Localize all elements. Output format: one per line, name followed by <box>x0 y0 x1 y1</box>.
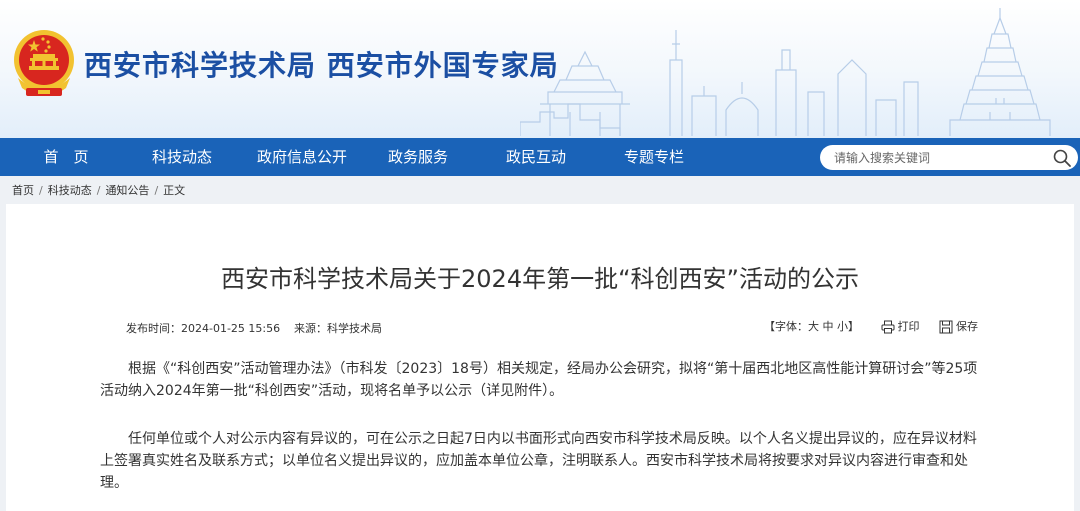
city-skyline-illustration <box>520 8 1051 136</box>
printer-icon <box>881 320 894 334</box>
breadcrumb-separator: / <box>39 184 43 197</box>
article-panel: 西安市科学技术局关于2024年第一批“科创西安”活动的公示 发布时间：2024-… <box>6 204 1074 511</box>
nav-item-tech-news[interactable]: 科技动态 <box>144 138 220 176</box>
nav-item-special-topics[interactable]: 专题专栏 <box>616 138 692 176</box>
article-source: 来源：科学技术局 <box>294 322 382 335</box>
search-icon[interactable] <box>1052 148 1072 168</box>
save-label: 保存 <box>956 320 978 333</box>
nav-item-gov-info[interactable]: 政府信息公开 <box>250 138 354 176</box>
article-paragraph: 根据《“科创西安”活动管理办法》（市科发〔2023〕18号）相关规定，经局办公会… <box>100 361 978 399</box>
article-paragraph: 任何单位或个人对公示内容有异议的，可在公示之日起7日内以书面形式向西安市科学技术… <box>100 431 977 491</box>
breadcrumb-separator: / <box>154 184 159 197</box>
nav-item-public-interaction[interactable]: 政民互动 <box>498 138 574 176</box>
save-icon <box>939 320 953 334</box>
breadcrumb-tech-news[interactable]: 科技动态 <box>48 182 92 198</box>
print-label: 打印 <box>897 320 920 333</box>
search-input[interactable] <box>834 147 1044 168</box>
breadcrumb-home[interactable]: 首页 <box>12 182 34 198</box>
search-box <box>820 145 1078 170</box>
article-title: 西安市科学技术局关于2024年第一批“科创西安”活动的公示 <box>221 265 859 293</box>
nav-item-home[interactable]: 首 页 <box>30 138 102 176</box>
font-size-control[interactable]: 【字体：大 中 小】 <box>764 318 859 334</box>
breadcrumb: 首页 / 科技动态 / 通知公告 / 正文 <box>12 182 185 198</box>
save-button[interactable]: 保存 <box>939 318 978 334</box>
article-tools: 【字体：大 中 小】 打印 保存 <box>764 318 978 334</box>
breadcrumb-current: 正文 <box>163 184 186 197</box>
header-banner: 西安市科学技术局 西安市外国专家局 <box>0 0 1080 138</box>
breadcrumb-separator: / <box>96 184 101 197</box>
site-title: 西安市科学技术局 西安市外国专家局 <box>84 49 559 82</box>
national-emblem-icon <box>14 30 74 96</box>
print-button[interactable]: 打印 <box>881 318 920 334</box>
breadcrumb-notices[interactable]: 通知公告 <box>105 182 149 198</box>
publish-time: 发布时间：2024-01-25 15:56 <box>126 322 281 335</box>
nav-item-gov-services[interactable]: 政务服务 <box>380 138 456 176</box>
